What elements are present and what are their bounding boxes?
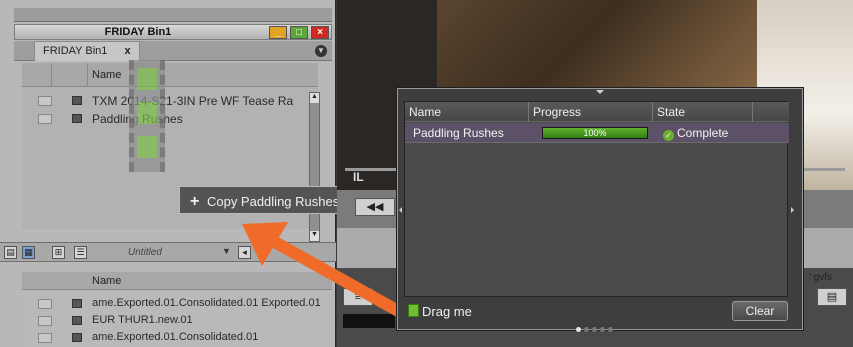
table-row[interactable]: Paddling Rushes 100% ✓ Complete xyxy=(405,123,789,143)
frame-view-icon[interactable]: ⊞ xyxy=(52,246,65,259)
progress-bar: 100% xyxy=(542,127,648,139)
row-select-box[interactable] xyxy=(38,96,52,106)
scroll-up-arrow[interactable]: ▲ xyxy=(310,93,319,103)
bin-top-strip xyxy=(14,8,332,22)
tab-menu-icon[interactable]: ▼ xyxy=(315,45,327,57)
maximize-button[interactable]: □ xyxy=(290,26,308,39)
page-indicator xyxy=(576,321,616,335)
dragged-clip-ghost xyxy=(113,60,183,180)
list-item[interactable]: ame.Exported.01.Consolidated.01 Exported… xyxy=(22,296,321,312)
progress-text: 100% xyxy=(583,128,607,138)
script-view-icon[interactable]: ☰ xyxy=(74,246,87,259)
panel-toggle-button[interactable]: ▤ xyxy=(817,288,847,306)
page-dot[interactable] xyxy=(584,327,589,332)
bin-view-select[interactable]: Untitled xyxy=(128,247,162,258)
column-header-state[interactable]: State xyxy=(653,102,753,122)
row-select-box[interactable] xyxy=(38,333,52,343)
sequence-icon xyxy=(72,114,82,123)
clip-name: ame.Exported.01.Consolidated.01 Exported… xyxy=(92,297,321,309)
tab-close-icon[interactable]: x xyxy=(124,45,130,57)
row-select-box[interactable] xyxy=(38,299,52,309)
list-item[interactable]: ame.Exported.01.Consolidated.01 xyxy=(22,330,312,346)
tab-label: FRIDAY Bin1 xyxy=(43,45,108,57)
bin-titlebar[interactable]: FRIDAY Bin1 _ □ × xyxy=(14,24,332,40)
row-select-box[interactable] xyxy=(38,114,52,124)
bottom-bin-column-header: Name xyxy=(22,272,332,290)
drag-me-label[interactable]: Drag me xyxy=(422,304,472,319)
table-header: Name Progress State xyxy=(405,102,789,122)
bin-title: FRIDAY Bin1 xyxy=(104,26,172,38)
progress-dialog: Name Progress State Paddling Rushes 100%… xyxy=(397,88,803,332)
drag-handle-icon[interactable] xyxy=(408,304,419,317)
clip-name: EUR THUR1.new.01 xyxy=(92,314,193,326)
filmstrip-icon xyxy=(129,60,165,172)
timecode-bar xyxy=(343,314,395,328)
sequence-icon xyxy=(72,333,82,342)
sequence-icon xyxy=(72,96,82,105)
progress-table: Name Progress State Paddling Rushes 100%… xyxy=(404,101,789,297)
clear-button[interactable]: Clear xyxy=(732,301,788,321)
scroll-down-arrow[interactable]: ▼ xyxy=(310,231,319,241)
page-dot[interactable] xyxy=(608,327,613,332)
header-icon-cell xyxy=(52,63,88,87)
copy-tooltip-text: Copy Paddling Rushes xyxy=(206,194,340,209)
page-dot[interactable] xyxy=(576,327,581,332)
copy-tooltip: + Copy Paddling Rushes xyxy=(179,186,347,214)
sequence-icon xyxy=(72,316,82,325)
chevron-down-icon[interactable]: ▼ xyxy=(222,246,231,256)
column-header-progress[interactable]: Progress xyxy=(529,102,653,122)
job-state: ✓ Complete xyxy=(663,126,728,141)
bin-view-toolbar: ▤ ▦ ⊞ ☰ Untitled ▼ ◂ xyxy=(0,242,336,262)
row-select-box[interactable] xyxy=(38,316,52,326)
close-window-button[interactable]: × xyxy=(311,26,329,39)
rewind-button[interactable]: ◀◀ xyxy=(355,198,395,216)
plus-icon: + xyxy=(190,193,200,210)
page-dot[interactable] xyxy=(600,327,605,332)
dialog-left-arrow-icon[interactable] xyxy=(399,207,402,213)
bin-vertical-scrollbar[interactable]: ▲ ▼ xyxy=(309,92,320,242)
dialog-nub-icon xyxy=(596,90,604,94)
column-header-name[interactable]: Name xyxy=(405,102,529,122)
dialog-right-arrow-icon[interactable] xyxy=(791,207,794,213)
job-name: Paddling Rushes xyxy=(413,126,504,140)
minimize-button[interactable]: _ xyxy=(269,26,287,39)
bottom-bin-list: ame.Exported.01.Consolidated.01 Exported… xyxy=(22,290,332,347)
state-text: Complete xyxy=(677,126,729,140)
bottom-column-name-header[interactable]: Name xyxy=(92,275,121,287)
list-item[interactable]: EUR THUR1.new.01 xyxy=(22,313,312,329)
tab-friday-bin1[interactable]: FRIDAY Bin1 x xyxy=(34,41,140,61)
text-view-icon[interactable]: ▦ xyxy=(22,246,35,259)
bin-tab-row: FRIDAY Bin1 x ▼ xyxy=(14,41,332,61)
fast-menu-icon[interactable]: ◂ xyxy=(238,246,251,259)
page-dot[interactable] xyxy=(592,327,597,332)
video-overlay-text: IL xyxy=(353,170,364,184)
header-select-cell xyxy=(22,63,52,87)
panel-menu-button[interactable]: ≡ xyxy=(343,288,373,306)
brief-view-icon[interactable]: ▤ xyxy=(4,246,17,259)
clip-name: ame.Exported.01.Consolidated.01 xyxy=(92,331,259,343)
sequence-label: ' gvfs xyxy=(809,272,833,283)
check-icon: ✓ xyxy=(663,130,674,141)
sequence-icon xyxy=(72,299,82,308)
